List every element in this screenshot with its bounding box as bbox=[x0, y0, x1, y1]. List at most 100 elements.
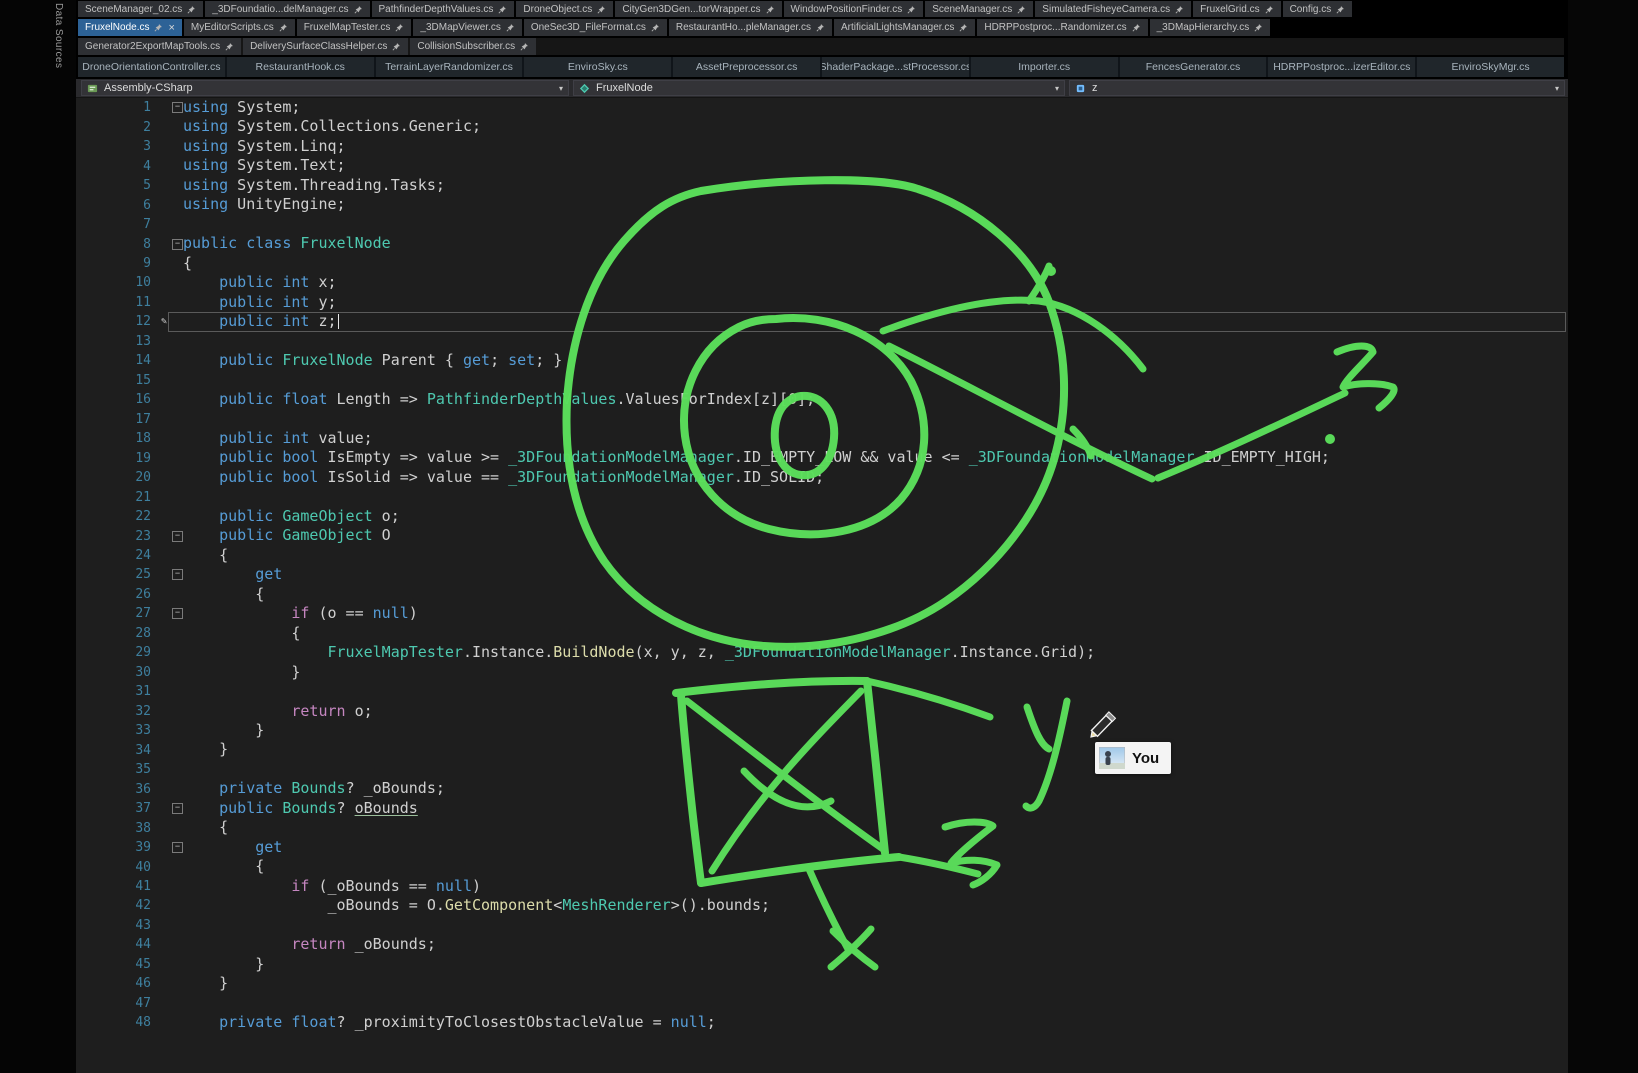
collapse-icon[interactable]: − bbox=[172, 531, 183, 542]
tab-hdrppostproc-izereditor-cs[interactable]: HDRPPostproc...izerEditor.cs bbox=[1268, 57, 1415, 77]
pushpin-icon[interactable] bbox=[279, 23, 288, 32]
code-line-31[interactable]: 31 bbox=[76, 682, 1568, 701]
code-line-45[interactable]: 45 } bbox=[76, 955, 1568, 974]
code-line-43[interactable]: 43 bbox=[76, 916, 1568, 935]
pushpin-icon[interactable] bbox=[597, 5, 606, 14]
tab-generator2exportmaptools-cs[interactable]: Generator2ExportMapTools.cs bbox=[78, 38, 241, 55]
code-line-13[interactable]: 13 bbox=[76, 332, 1568, 351]
code-line-25[interactable]: 25− get bbox=[76, 565, 1568, 584]
code-line-9[interactable]: 9{ bbox=[76, 254, 1568, 273]
tab-config-cs[interactable]: Config.cs bbox=[1283, 1, 1353, 17]
pushpin-icon[interactable] bbox=[816, 23, 825, 32]
code-line-11[interactable]: 11 public int y; bbox=[76, 293, 1568, 312]
tab-myeditorscripts-cs[interactable]: MyEditorScripts.cs bbox=[184, 19, 295, 36]
code-line-6[interactable]: 6using UnityEngine; bbox=[76, 195, 1568, 214]
code-line-33[interactable]: 33 } bbox=[76, 721, 1568, 740]
pushpin-icon[interactable] bbox=[395, 23, 404, 32]
code-line-12[interactable]: 12✎ public int z; bbox=[76, 312, 1568, 331]
tab-droneobject-cs[interactable]: DroneObject.cs bbox=[516, 1, 613, 17]
code-line-1[interactable]: 1−using System; bbox=[76, 98, 1568, 117]
collapse-icon[interactable]: − bbox=[172, 239, 183, 250]
tab--3dmaphierarchy-cs[interactable]: _3DMapHierarchy.cs bbox=[1150, 19, 1271, 36]
code-line-32[interactable]: 32 return o; bbox=[76, 702, 1568, 721]
project-dropdown[interactable]: Assembly-CSharp ▾ bbox=[81, 80, 569, 96]
code-line-8[interactable]: 8−public class FruxelNode bbox=[76, 234, 1568, 253]
tab-scenemanager-02-cs[interactable]: SceneManager_02.cs bbox=[78, 1, 203, 17]
data-sources-vertical-tab[interactable]: Data Sources bbox=[53, 3, 64, 68]
code-line-23[interactable]: 23− public GameObject O bbox=[76, 526, 1568, 545]
code-line-17[interactable]: 17 bbox=[76, 410, 1568, 429]
code-line-22[interactable]: 22 public GameObject o; bbox=[76, 507, 1568, 526]
tab-droneorientationcontroller-cs[interactable]: DroneOrientationController.cs bbox=[78, 57, 225, 77]
code-line-21[interactable]: 21 bbox=[76, 487, 1568, 506]
code-line-4[interactable]: 4using System.Text; bbox=[76, 156, 1568, 175]
pushpin-icon[interactable] bbox=[392, 42, 401, 51]
pushpin-icon[interactable] bbox=[1265, 5, 1274, 14]
tab-simulatedfisheyecamera-cs[interactable]: SimulatedFisheyeCamera.cs bbox=[1035, 1, 1191, 17]
pushpin-icon[interactable] bbox=[506, 23, 515, 32]
code-line-5[interactable]: 5using System.Threading.Tasks; bbox=[76, 176, 1568, 195]
code-line-19[interactable]: 19 public bool IsEmpty => value >= _3DFo… bbox=[76, 448, 1568, 467]
pushpin-icon[interactable] bbox=[907, 5, 916, 14]
code-line-28[interactable]: 28 { bbox=[76, 624, 1568, 643]
tab--3dfoundatio-delmanager-cs[interactable]: _3DFoundatio...delManager.cs bbox=[205, 1, 369, 17]
code-line-24[interactable]: 24 { bbox=[76, 546, 1568, 565]
code-line-16[interactable]: 16 public float Length => PathfinderDept… bbox=[76, 390, 1568, 409]
code-line-2[interactable]: 2using System.Collections.Generic; bbox=[76, 117, 1568, 136]
tab-restaurantho-plemanager-cs[interactable]: RestaurantHo...pleManager.cs bbox=[669, 19, 832, 36]
code-line-3[interactable]: 3using System.Linq; bbox=[76, 137, 1568, 156]
code-line-14[interactable]: 14 public FruxelNode Parent { get; set; … bbox=[76, 351, 1568, 370]
pushpin-icon[interactable] bbox=[354, 5, 363, 14]
tab-scenemanager-cs[interactable]: SceneManager.cs bbox=[925, 1, 1033, 17]
collapse-icon[interactable]: − bbox=[172, 569, 183, 580]
pushpin-icon[interactable] bbox=[1175, 5, 1184, 14]
code-line-7[interactable]: 7 bbox=[76, 215, 1568, 234]
tab-shaderpackage-stprocessor-cs[interactable]: ShaderPackage...stProcessor.cs bbox=[822, 57, 969, 77]
tab-windowpositionfinder-cs[interactable]: WindowPositionFinder.cs bbox=[784, 1, 924, 17]
tab-restauranthook-cs[interactable]: RestaurantHook.cs bbox=[227, 57, 374, 77]
pushpin-icon[interactable] bbox=[1017, 5, 1026, 14]
code-line-18[interactable]: 18 public int value; bbox=[76, 429, 1568, 448]
tab-fruxelmaptester-cs[interactable]: FruxelMapTester.cs bbox=[297, 19, 412, 36]
code-line-27[interactable]: 27− if (o == null) bbox=[76, 604, 1568, 623]
tab-fruxelnode-cs[interactable]: FruxelNode.cs× bbox=[78, 19, 182, 36]
code-line-34[interactable]: 34 } bbox=[76, 740, 1568, 759]
pushpin-icon[interactable] bbox=[154, 23, 163, 32]
code-line-15[interactable]: 15 bbox=[76, 371, 1568, 390]
code-line-26[interactable]: 26 { bbox=[76, 585, 1568, 604]
code-line-36[interactable]: 36 private Bounds? _oBounds; bbox=[76, 779, 1568, 798]
code-editor[interactable]: 1−using System;2using System.Collections… bbox=[76, 98, 1568, 1073]
pushpin-icon[interactable] bbox=[1336, 5, 1345, 14]
code-line-38[interactable]: 38 { bbox=[76, 818, 1568, 837]
code-line-48[interactable]: 48 private float? _proximityToClosestObs… bbox=[76, 1013, 1568, 1032]
code-line-47[interactable]: 47 bbox=[76, 994, 1568, 1013]
code-line-35[interactable]: 35 bbox=[76, 760, 1568, 779]
member-dropdown[interactable]: z ▾ bbox=[1069, 80, 1565, 96]
code-line-44[interactable]: 44 return _oBounds; bbox=[76, 935, 1568, 954]
pushpin-icon[interactable] bbox=[498, 5, 507, 14]
tab--3dmapviewer-cs[interactable]: _3DMapViewer.cs bbox=[413, 19, 521, 36]
code-line-30[interactable]: 30 } bbox=[76, 663, 1568, 682]
code-line-10[interactable]: 10 public int x; bbox=[76, 273, 1568, 292]
code-line-46[interactable]: 46 } bbox=[76, 974, 1568, 993]
tab-artificiallightsmanager-cs[interactable]: ArtificialLightsManager.cs bbox=[834, 19, 975, 36]
tab-importer-cs[interactable]: Importer.cs bbox=[971, 57, 1118, 77]
collapse-icon[interactable]: − bbox=[172, 803, 183, 814]
tab-citygen3dgen-torwrapper-cs[interactable]: CityGen3DGen...torWrapper.cs bbox=[615, 1, 781, 17]
code-line-29[interactable]: 29 FruxelMapTester.Instance.BuildNode(x,… bbox=[76, 643, 1568, 662]
pushpin-icon[interactable] bbox=[959, 23, 968, 32]
code-line-20[interactable]: 20 public bool IsSolid => value == _3DFo… bbox=[76, 468, 1568, 487]
tab-deliverysurfaceclasshelper-cs[interactable]: DeliverySurfaceClassHelper.cs bbox=[243, 38, 408, 55]
type-dropdown[interactable]: FruxelNode ▾ bbox=[573, 80, 1065, 96]
code-line-39[interactable]: 39− get bbox=[76, 838, 1568, 857]
tab-collisionsubscriber-cs[interactable]: CollisionSubscriber.cs bbox=[410, 38, 536, 55]
tab-pathfinderdepthvalues-cs[interactable]: PathfinderDepthValues.cs bbox=[372, 1, 515, 17]
pushpin-icon[interactable] bbox=[520, 42, 529, 51]
tab-onesec3d-fileformat-cs[interactable]: OneSec3D_FileFormat.cs bbox=[524, 19, 667, 36]
code-line-41[interactable]: 41 if (_oBounds == null) bbox=[76, 877, 1568, 896]
pushpin-icon[interactable] bbox=[651, 23, 660, 32]
close-icon[interactable]: × bbox=[168, 23, 174, 33]
tab-fencesgenerator-cs[interactable]: FencesGenerator.cs bbox=[1120, 57, 1267, 77]
tab-assetpreprocessor-cs[interactable]: AssetPreprocessor.cs bbox=[673, 57, 820, 77]
pushpin-icon[interactable] bbox=[1254, 23, 1263, 32]
